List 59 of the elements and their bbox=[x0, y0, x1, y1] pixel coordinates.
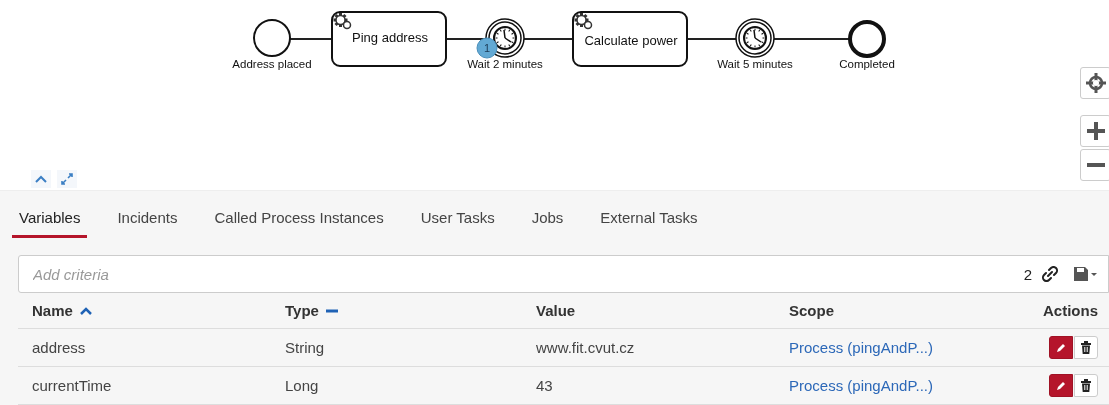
link-icon[interactable] bbox=[1042, 266, 1058, 282]
tab[interactable]: Called Process Instances bbox=[207, 205, 391, 238]
zoom-out-button[interactable] bbox=[1080, 149, 1109, 181]
table-cell-text: www.fit.cvut.cz bbox=[535, 339, 636, 356]
reset-view-button[interactable] bbox=[1080, 67, 1109, 99]
floppy-icon bbox=[1074, 267, 1098, 281]
trash-icon bbox=[1080, 341, 1092, 354]
table-cell-text: 43 bbox=[535, 377, 554, 394]
column-title: Actions bbox=[1043, 302, 1098, 319]
column-title: Type bbox=[285, 302, 319, 319]
edit-button[interactable] bbox=[1049, 374, 1073, 397]
tab[interactable]: User Tasks bbox=[413, 205, 502, 238]
event-label: Completed bbox=[839, 58, 895, 70]
task-label: Calculate power bbox=[584, 33, 678, 48]
column-header[interactable]: Value bbox=[522, 302, 775, 319]
trash-icon bbox=[1080, 379, 1092, 392]
gear-icon bbox=[574, 13, 593, 30]
column-title: Value bbox=[536, 302, 576, 319]
maximize-button[interactable] bbox=[57, 170, 77, 188]
tab[interactable]: Variables bbox=[12, 205, 88, 238]
gear-icon bbox=[333, 13, 352, 30]
task-label: Ping address bbox=[352, 30, 428, 45]
table-cell-text: currentTime bbox=[31, 377, 113, 394]
chevron-up-icon bbox=[34, 174, 48, 184]
edit-button[interactable] bbox=[1049, 336, 1073, 359]
minus-icon bbox=[1085, 162, 1106, 168]
column-header[interactable]: Scope bbox=[775, 302, 989, 319]
pencil-icon bbox=[1055, 379, 1067, 392]
zoom-in-button[interactable] bbox=[1080, 115, 1109, 147]
pencil-icon bbox=[1055, 341, 1067, 354]
column-header[interactable]: Type bbox=[271, 302, 522, 319]
delete-button[interactable] bbox=[1074, 374, 1098, 397]
expand-icon bbox=[60, 172, 74, 186]
scope-link[interactable]: Process (pingAndP...) bbox=[789, 377, 933, 394]
event-label: Address placed bbox=[232, 58, 312, 70]
tab[interactable]: External Tasks bbox=[593, 205, 705, 238]
column-header[interactable]: Actions bbox=[989, 302, 1109, 319]
search-field[interactable]: Add criteria bbox=[33, 265, 1014, 283]
start-event bbox=[253, 19, 291, 57]
column-title: Name bbox=[32, 302, 73, 319]
table-cell-text: address bbox=[31, 339, 87, 356]
timer-event bbox=[735, 18, 775, 58]
search-bar[interactable]: Add criteria 2 bbox=[18, 255, 1109, 293]
table-cell-text: String bbox=[284, 339, 326, 356]
scope-link[interactable]: Process (pingAndP...) bbox=[789, 339, 933, 356]
event-label: Wait 2 minutes bbox=[467, 58, 543, 70]
table-cell-text: Long bbox=[284, 377, 320, 394]
event-label: Wait 5 minutes bbox=[717, 58, 793, 70]
tab[interactable]: Incidents bbox=[110, 205, 185, 238]
tab[interactable]: Jobs bbox=[524, 205, 571, 238]
plus-icon bbox=[1085, 121, 1106, 141]
criteria-count: 2 bbox=[1023, 265, 1032, 283]
column-title: Scope bbox=[789, 302, 834, 319]
collapse-button[interactable] bbox=[31, 170, 51, 188]
instance-count-badge: 1 bbox=[476, 37, 498, 59]
delete-button[interactable] bbox=[1074, 336, 1098, 359]
column-header[interactable]: Name bbox=[18, 302, 271, 319]
crosshair-icon bbox=[1084, 72, 1107, 94]
end-event bbox=[848, 20, 886, 58]
